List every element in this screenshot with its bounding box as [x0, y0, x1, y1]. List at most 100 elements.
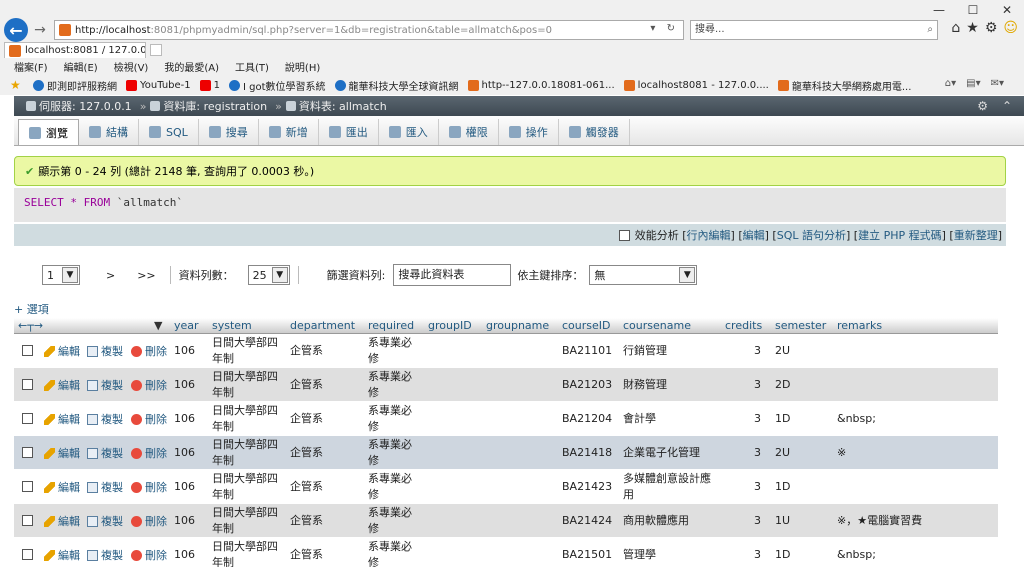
- search-icon[interactable]: ⌕: [927, 21, 933, 39]
- refresh-link[interactable]: 重新整理: [954, 227, 998, 243]
- tab-structure[interactable]: 結構: [79, 119, 139, 145]
- cell-system[interactable]: 日間大學部四年制: [212, 403, 284, 435]
- maximize-icon[interactable]: ☐: [956, 0, 990, 20]
- cell-required[interactable]: 系專業必修: [368, 335, 418, 367]
- copy-button[interactable]: 複製: [87, 547, 123, 563]
- favorite-item[interactable]: I got數位學習系統: [229, 78, 326, 93]
- cell-coursename[interactable]: 企業電子化管理: [623, 445, 721, 461]
- delete-button[interactable]: 刪除: [131, 377, 167, 393]
- cell-coursename[interactable]: 商用軟體應用: [623, 513, 721, 529]
- cell-system[interactable]: 日間大學部四年制: [212, 437, 284, 469]
- edit-button[interactable]: 編輯: [44, 547, 80, 563]
- cell-required[interactable]: 系專業必修: [368, 403, 418, 435]
- menu-help[interactable]: 說明(H): [285, 59, 320, 74]
- new-tab-button[interactable]: [150, 44, 162, 56]
- cell-department[interactable]: 企管系: [290, 445, 323, 461]
- cell-coursename[interactable]: 行銷管理: [623, 343, 721, 359]
- cell-remarks[interactable]: &nbsp;: [837, 547, 876, 563]
- cell-system[interactable]: 日間大學部四年制: [212, 471, 284, 503]
- cell-credits[interactable]: 3: [725, 479, 761, 495]
- row-checkbox[interactable]: [22, 481, 33, 492]
- column-header[interactable]: groupID: [428, 319, 472, 332]
- cell-department[interactable]: 企管系: [290, 513, 323, 529]
- column-header[interactable]: required: [368, 319, 414, 332]
- mail-icon[interactable]: ✉▾: [991, 78, 1004, 89]
- cell-remarks[interactable]: ※，★電腦實習費: [837, 513, 922, 529]
- edit-button[interactable]: 編輯: [44, 513, 80, 529]
- favorite-item[interactable]: 1: [199, 79, 220, 91]
- delete-button[interactable]: 刪除: [131, 479, 167, 495]
- edit-button[interactable]: 編輯: [44, 377, 80, 393]
- menu-view[interactable]: 檢視(V): [114, 59, 149, 74]
- collapse-icon[interactable]: ⌃: [1002, 99, 1012, 113]
- cell-credits[interactable]: 3: [725, 343, 761, 359]
- tab-privileges[interactable]: 權限: [439, 119, 499, 145]
- next-page-button[interactable]: >: [100, 269, 121, 282]
- cell-required[interactable]: 系專業必修: [368, 471, 418, 503]
- cell-required[interactable]: 系專業必修: [368, 369, 418, 401]
- favorite-item[interactable]: 即測即評服務網: [33, 78, 117, 93]
- tab-search[interactable]: 搜尋: [199, 119, 259, 145]
- table-row[interactable]: 編輯 複製 刪除 106 日間大學部四年制 企管系 系專業必修 BA21204 會計學 3 1D &n…: [14, 402, 998, 436]
- favorite-item[interactable]: YouTube-1: [126, 79, 191, 91]
- tab-import[interactable]: 匯入: [379, 119, 439, 145]
- cell-system[interactable]: 日間大學部四年制: [212, 335, 284, 367]
- back-arrow-icon[interactable]: ←: [4, 18, 28, 42]
- sort-indicator-icon[interactable]: ▼: [154, 319, 162, 332]
- copy-button[interactable]: 複製: [87, 445, 123, 461]
- delete-button[interactable]: 刪除: [131, 547, 167, 563]
- column-header[interactable]: remarks: [837, 319, 882, 332]
- minimize-icon[interactable]: —: [922, 0, 956, 20]
- cell-system[interactable]: 日間大學部四年制: [212, 369, 284, 401]
- cell-coursename[interactable]: 會計學: [623, 411, 721, 427]
- cell-semester[interactable]: 2U: [775, 445, 790, 461]
- cell-coursename[interactable]: 多媒體創意設計應用: [623, 471, 721, 503]
- browser-tab[interactable]: localhost:8081 / 127.0.0.1... ✕: [4, 42, 146, 58]
- home-menu-icon[interactable]: ⌂▾: [945, 78, 956, 89]
- cell-semester[interactable]: 2U: [775, 343, 790, 359]
- breadcrumb-table[interactable]: 資料表: allmatch: [299, 98, 387, 114]
- copy-button[interactable]: 複製: [87, 377, 123, 393]
- cell-remarks[interactable]: ※: [837, 445, 846, 461]
- cell-year[interactable]: 106: [174, 547, 195, 563]
- filter-rows-input[interactable]: 搜尋此資料表: [393, 264, 512, 286]
- settings-gear-icon[interactable]: ⚙: [977, 99, 988, 113]
- favorites-star-icon[interactable]: ★: [966, 20, 979, 36]
- rss-icon[interactable]: ▤▾: [966, 78, 980, 89]
- cell-system[interactable]: 日間大學部四年制: [212, 505, 284, 537]
- cell-semester[interactable]: 1U: [775, 513, 790, 529]
- cell-credits[interactable]: 3: [725, 547, 761, 563]
- last-page-button[interactable]: >>: [131, 269, 161, 282]
- cell-courseid[interactable]: BA21424: [562, 513, 612, 529]
- close-icon[interactable]: ✕: [990, 0, 1024, 20]
- row-checkbox[interactable]: [22, 515, 33, 526]
- cell-year[interactable]: 106: [174, 513, 195, 529]
- favorite-item[interactable]: 龍華科技大學全球資訊網: [334, 78, 459, 93]
- refresh-icon[interactable]: ▾ ↻: [650, 23, 679, 34]
- browser-search-input[interactable]: 搜尋... ⌕: [690, 20, 938, 40]
- delete-button[interactable]: 刪除: [131, 513, 167, 529]
- tab-browse[interactable]: 瀏覽: [18, 119, 79, 145]
- inline-edit-link[interactable]: 行內編輯: [687, 227, 731, 243]
- table-row[interactable]: 編輯 複製 刪除 106 日間大學部四年制 企管系 系專業必修 BA21501 管理學 3 1D &n…: [14, 538, 998, 567]
- cell-coursename[interactable]: 財務管理: [623, 377, 721, 393]
- cell-required[interactable]: 系專業必修: [368, 539, 418, 567]
- menu-file[interactable]: 檔案(F): [14, 59, 48, 74]
- tab-operations[interactable]: 操作: [499, 119, 559, 145]
- column-header[interactable]: semester: [775, 319, 826, 332]
- cell-semester[interactable]: 1D: [775, 411, 790, 427]
- menu-favorites[interactable]: 我的最愛(A): [164, 59, 219, 74]
- column-header[interactable]: courseID: [562, 319, 611, 332]
- row-checkbox[interactable]: [22, 447, 33, 458]
- column-resize-arrows-icon[interactable]: ←┬→: [18, 319, 43, 332]
- tab-insert[interactable]: 新增: [259, 119, 319, 145]
- home-icon[interactable]: ⌂: [951, 20, 960, 36]
- rows-per-page-select[interactable]: 25 ▼: [247, 265, 290, 285]
- copy-button[interactable]: 複製: [87, 513, 123, 529]
- tab-export[interactable]: 匯出: [319, 119, 379, 145]
- delete-button[interactable]: 刪除: [131, 445, 167, 461]
- cell-courseid[interactable]: BA21418: [562, 445, 612, 461]
- page-select[interactable]: 1 ▼: [42, 265, 80, 285]
- cell-courseid[interactable]: BA21423: [562, 479, 612, 495]
- menu-tools[interactable]: 工具(T): [235, 59, 269, 74]
